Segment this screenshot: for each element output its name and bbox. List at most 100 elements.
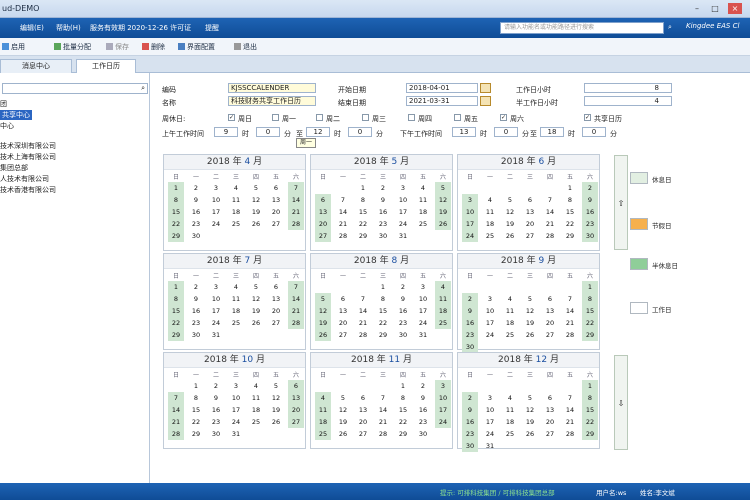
end-date-field[interactable]: 2021-03-31 — [406, 96, 478, 106]
calendar-day[interactable]: 5 — [248, 281, 264, 293]
calendar-day[interactable]: 17 — [435, 404, 451, 416]
calendar-day[interactable]: 25 — [315, 428, 331, 440]
calendar-day[interactable]: 3 — [482, 293, 498, 305]
calendar-day[interactable]: 30 — [188, 230, 204, 242]
calendar-day[interactable]: 4 — [502, 392, 518, 404]
calendar-day[interactable]: 23 — [462, 428, 478, 440]
calendar-day[interactable]: 24 — [435, 416, 451, 428]
name-field[interactable]: 科技财务共享工作日历 — [228, 96, 316, 106]
calendar-day[interactable]: 2 — [375, 182, 391, 194]
calendar-day[interactable]: 7 — [375, 392, 391, 404]
calendar-day[interactable]: 23 — [375, 218, 391, 230]
tree-item[interactable]: 技术香港有限公司 — [0, 185, 56, 195]
calendar-day[interactable]: 19 — [248, 206, 264, 218]
calendar-day[interactable]: 16 — [395, 305, 411, 317]
calendar-day[interactable]: 8 — [582, 293, 598, 305]
calendar-day[interactable]: 21 — [562, 416, 578, 428]
calendar-day[interactable]: 1 — [395, 380, 411, 392]
am-end-min[interactable]: 0 — [348, 127, 372, 137]
calendar-day[interactable]: 24 — [208, 317, 224, 329]
calendar-day[interactable]: 18 — [435, 305, 451, 317]
calendar-day[interactable]: 15 — [562, 206, 578, 218]
calendar-day[interactable]: 12 — [315, 305, 331, 317]
calendar-day[interactable]: 28 — [288, 218, 304, 230]
calendar-day[interactable]: 6 — [288, 380, 304, 392]
menu-license[interactable]: 服务有效期 2020-12-26 许可证 — [90, 23, 191, 33]
calendar-day[interactable]: 28 — [375, 428, 391, 440]
calendar-day[interactable]: 25 — [482, 230, 498, 242]
calendar-day[interactable]: 13 — [355, 404, 371, 416]
calendar-day[interactable]: 15 — [375, 305, 391, 317]
calendar-day[interactable]: 3 — [415, 281, 431, 293]
calendar-day[interactable]: 14 — [375, 404, 391, 416]
calendar-day[interactable]: 4 — [315, 392, 331, 404]
calendar-day[interactable]: 7 — [288, 182, 304, 194]
calendar-day[interactable]: 16 — [188, 206, 204, 218]
batch-assign-button[interactable]: 批量分配 — [54, 42, 91, 52]
calendar-day[interactable]: 15 — [168, 206, 184, 218]
calendar-day[interactable]: 4 — [228, 281, 244, 293]
calendar-day[interactable]: 16 — [375, 206, 391, 218]
calendar-day[interactable]: 5 — [522, 293, 538, 305]
tab-message-center[interactable]: 消息中心 — [0, 59, 72, 73]
calendar-day[interactable]: 6 — [542, 392, 558, 404]
calendar-day[interactable]: 12 — [248, 293, 264, 305]
calendar-day[interactable]: 28 — [562, 428, 578, 440]
calendar-day[interactable]: 26 — [435, 218, 451, 230]
calendar-day[interactable]: 5 — [268, 380, 284, 392]
saturday-checkbox[interactable]: ✓ — [500, 114, 507, 121]
calendar-day[interactable]: 5 — [435, 182, 451, 194]
calendar-day[interactable]: 1 — [582, 380, 598, 392]
calendar-day[interactable]: 25 — [502, 329, 518, 341]
tree-item[interactable]: 人技术有限公司 — [0, 174, 49, 184]
calendar-day[interactable]: 3 — [462, 194, 478, 206]
calendar-day[interactable]: 1 — [188, 380, 204, 392]
calendar-day[interactable]: 10 — [482, 305, 498, 317]
calendar-day[interactable]: 27 — [315, 230, 331, 242]
tree-item[interactable]: 团 — [0, 99, 7, 109]
calendar-day[interactable]: 11 — [502, 404, 518, 416]
calendar-day[interactable]: 7 — [562, 392, 578, 404]
calendar-day[interactable]: 20 — [335, 317, 351, 329]
calendar-day[interactable]: 11 — [248, 392, 264, 404]
menu-help[interactable]: 帮助(H) — [56, 23, 81, 33]
calendar-day[interactable]: 24 — [208, 218, 224, 230]
calendar-day[interactable]: 14 — [335, 206, 351, 218]
calendar-day[interactable]: 11 — [502, 305, 518, 317]
calendar-day[interactable]: 16 — [208, 404, 224, 416]
calendar-day[interactable]: 14 — [288, 194, 304, 206]
pm-end-min[interactable]: 0 — [582, 127, 606, 137]
calendar-day[interactable]: 2 — [462, 392, 478, 404]
calendar-day[interactable]: 27 — [288, 416, 304, 428]
calendar-day[interactable]: 22 — [562, 218, 578, 230]
calendar-day[interactable]: 19 — [522, 317, 538, 329]
calendar-day[interactable]: 30 — [395, 329, 411, 341]
calendar-day[interactable]: 20 — [268, 305, 284, 317]
calendar-day[interactable]: 21 — [542, 218, 558, 230]
calendar-day[interactable]: 9 — [415, 392, 431, 404]
calendar-day[interactable]: 27 — [542, 329, 558, 341]
tree-item[interactable]: 中心 — [0, 121, 14, 131]
calendar-day[interactable]: 30 — [462, 440, 478, 452]
calendar-day[interactable]: 10 — [395, 194, 411, 206]
am-start-min[interactable]: 0 — [256, 127, 280, 137]
calendar-day[interactable]: 30 — [582, 230, 598, 242]
calendar-day[interactable]: 13 — [542, 305, 558, 317]
calendar-day[interactable]: 12 — [522, 305, 538, 317]
calendar-day[interactable]: 28 — [288, 317, 304, 329]
calendar-day[interactable]: 18 — [482, 218, 498, 230]
calendar-day[interactable]: 26 — [268, 416, 284, 428]
calendar-day[interactable]: 17 — [415, 305, 431, 317]
calendar-day[interactable]: 17 — [228, 404, 244, 416]
calendar-day[interactable]: 12 — [522, 404, 538, 416]
calendar-day[interactable]: 18 — [315, 416, 331, 428]
calendar-day[interactable]: 11 — [415, 194, 431, 206]
calendar-day[interactable]: 16 — [188, 305, 204, 317]
calendar-day[interactable]: 8 — [375, 293, 391, 305]
calendar-day[interactable]: 8 — [188, 392, 204, 404]
calendar-day[interactable]: 24 — [462, 230, 478, 242]
calendar-day[interactable]: 9 — [462, 404, 478, 416]
ui-config-button[interactable]: 界面配置 — [178, 42, 215, 52]
friday-checkbox[interactable] — [454, 114, 461, 121]
calendar-day[interactable]: 3 — [228, 380, 244, 392]
